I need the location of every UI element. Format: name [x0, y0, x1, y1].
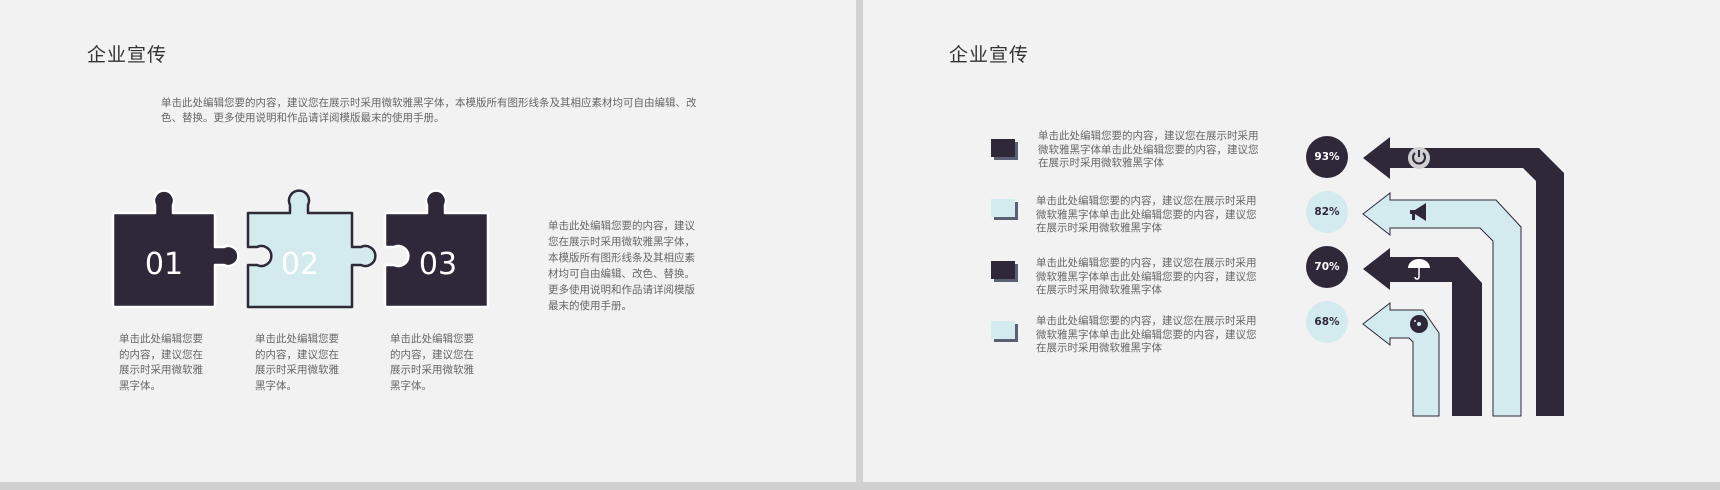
bottom-strip — [0, 482, 1720, 490]
piece-caption-01: 单击此处编辑您要的内容，建议您在展示时采用微软雅黑字体。 — [119, 333, 203, 392]
disc-icon — [1410, 315, 1428, 333]
side-text: 单击此处编辑您要的内容，建议您在展示时采用微软雅黑字体，本模版所有图形线条及其相… — [548, 220, 695, 312]
piece-number-02: 02 — [281, 247, 319, 282]
arrow-bar-4 — [1362, 301, 1440, 417]
piece-caption-02: 单击此处编辑您要的内容，建议您在展示时采用微软雅黑字体。 — [255, 333, 339, 392]
arrow-bars-graphic — [1362, 137, 1564, 417]
piece-number-03: 03 — [419, 247, 457, 282]
piece-number-01: 01 — [145, 247, 183, 282]
piece-caption-03: 单击此处编辑您要的内容，建议您在展示时采用微软雅黑字体。 — [390, 333, 474, 392]
puzzle-graphic: 01 02 03 — [111, 189, 490, 309]
arrow-bar-2 — [1362, 191, 1522, 417]
slide-left: 企业宣传 单击此处编辑您要的内容，建议您在展示时采用微软雅黑字体，本模版所有图形… — [0, 0, 856, 482]
power-icon — [1408, 147, 1430, 169]
slide-right: 企业宣传 单击此处编辑您要的内容，建议您在展示时采用微软雅黑字体单击此处编辑您要… — [863, 0, 1720, 482]
